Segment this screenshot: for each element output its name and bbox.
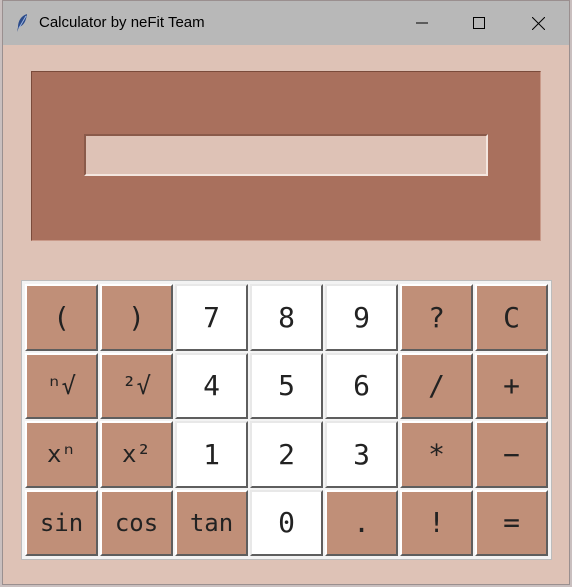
close-icon — [531, 16, 545, 30]
key-2-2-button[interactable]: 1 — [175, 421, 248, 488]
key-2-3-button[interactable]: 2 — [250, 421, 323, 488]
key-0-5-button[interactable]: ? — [400, 284, 473, 351]
key-1-2-button[interactable]: 4 — [175, 352, 248, 419]
key-1-5-button[interactable]: / — [400, 352, 473, 419]
key-3-0-button[interactable]: sin — [25, 489, 98, 556]
minimize-button[interactable] — [393, 1, 451, 45]
key-1-6-button[interactable]: + — [475, 352, 548, 419]
display-input[interactable] — [84, 134, 488, 176]
key-2-0-button[interactable]: xⁿ — [25, 421, 98, 488]
key-3-1-button[interactable]: cos — [100, 489, 173, 556]
maximize-button[interactable] — [450, 1, 508, 45]
key-2-5-button[interactable]: * — [400, 421, 473, 488]
key-0-4-button[interactable]: 9 — [325, 284, 398, 351]
calculator-window: Calculator by neFit Team () 7 8 9? Cⁿ√ ²√ 4 5 6/… — [2, 0, 570, 585]
keypad: () 7 8 9? Cⁿ√ ²√ 4 5 6/+ xⁿ x² 1 2 3 * − sin cos tan 0.! = — [21, 280, 552, 560]
feather-icon — [15, 13, 29, 33]
display-panel — [31, 71, 541, 241]
key-0-3-button[interactable]: 8 — [250, 284, 323, 351]
key-3-5-button[interactable]: ! — [400, 489, 473, 556]
key-2-6-button[interactable]: − — [475, 421, 548, 488]
maximize-icon — [473, 17, 485, 29]
key-3-2-button[interactable]: tan — [175, 489, 248, 556]
key-1-0-button[interactable]: ⁿ√ — [25, 352, 98, 419]
title-bar[interactable]: Calculator by neFit Team — [3, 1, 569, 45]
window-title: Calculator by neFit Team — [39, 14, 205, 31]
key-3-4-button[interactable]: . — [325, 489, 398, 556]
key-2-4-button[interactable]: 3 — [325, 421, 398, 488]
key-0-0-button[interactable]: ( — [25, 284, 98, 351]
key-1-4-button[interactable]: 6 — [325, 352, 398, 419]
key-0-6-button[interactable]: C — [475, 284, 548, 351]
key-3-6-button[interactable]: = — [475, 489, 548, 556]
key-0-1-button[interactable]: ) — [100, 284, 173, 351]
close-button[interactable] — [509, 1, 567, 45]
key-2-1-button[interactable]: x² — [100, 421, 173, 488]
key-0-2-button[interactable]: 7 — [175, 284, 248, 351]
key-1-3-button[interactable]: 5 — [250, 352, 323, 419]
key-3-3-button[interactable]: 0 — [250, 489, 323, 556]
minimize-icon — [416, 17, 428, 29]
key-1-1-button[interactable]: ²√ — [100, 352, 173, 419]
